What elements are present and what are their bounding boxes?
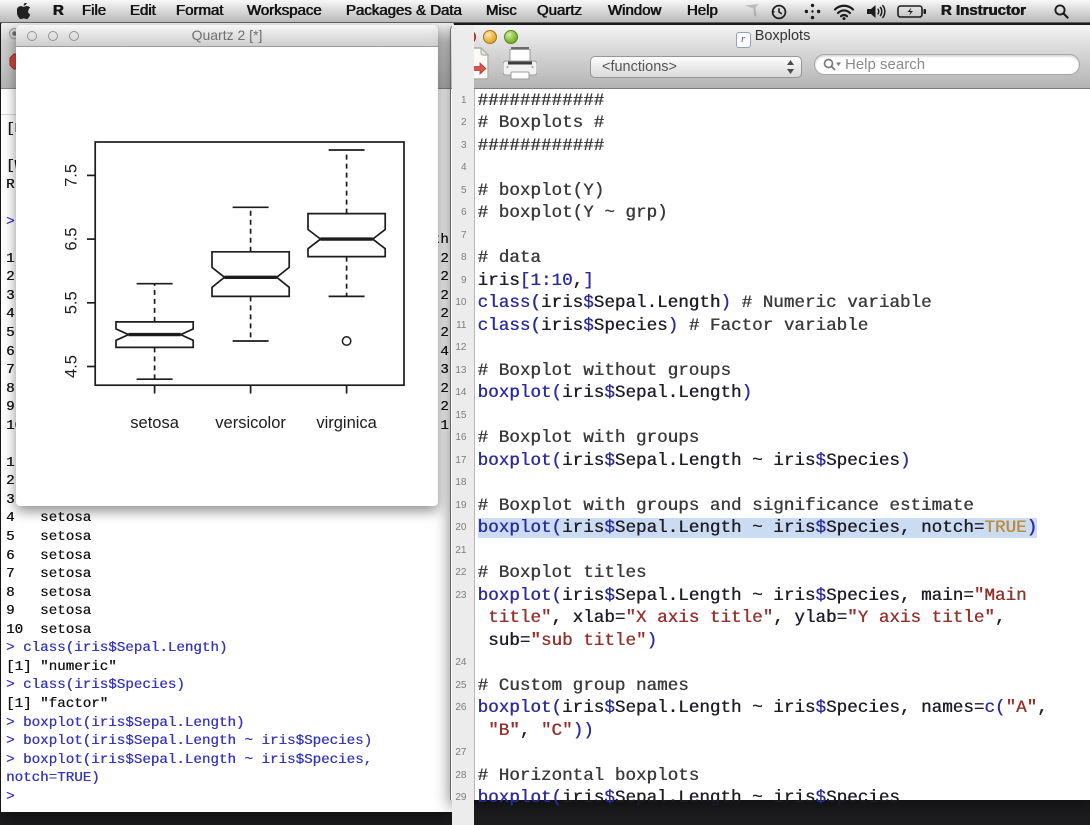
- svg-text:7.5: 7.5: [63, 164, 81, 187]
- svg-text:6.5: 6.5: [63, 228, 81, 251]
- svg-text:5.5: 5.5: [63, 291, 81, 314]
- svg-text:4.5: 4.5: [63, 355, 81, 378]
- svg-text:virginica: virginica: [316, 414, 377, 432]
- svg-text:versicolor: versicolor: [215, 414, 286, 432]
- svg-text:setosa: setosa: [130, 414, 179, 432]
